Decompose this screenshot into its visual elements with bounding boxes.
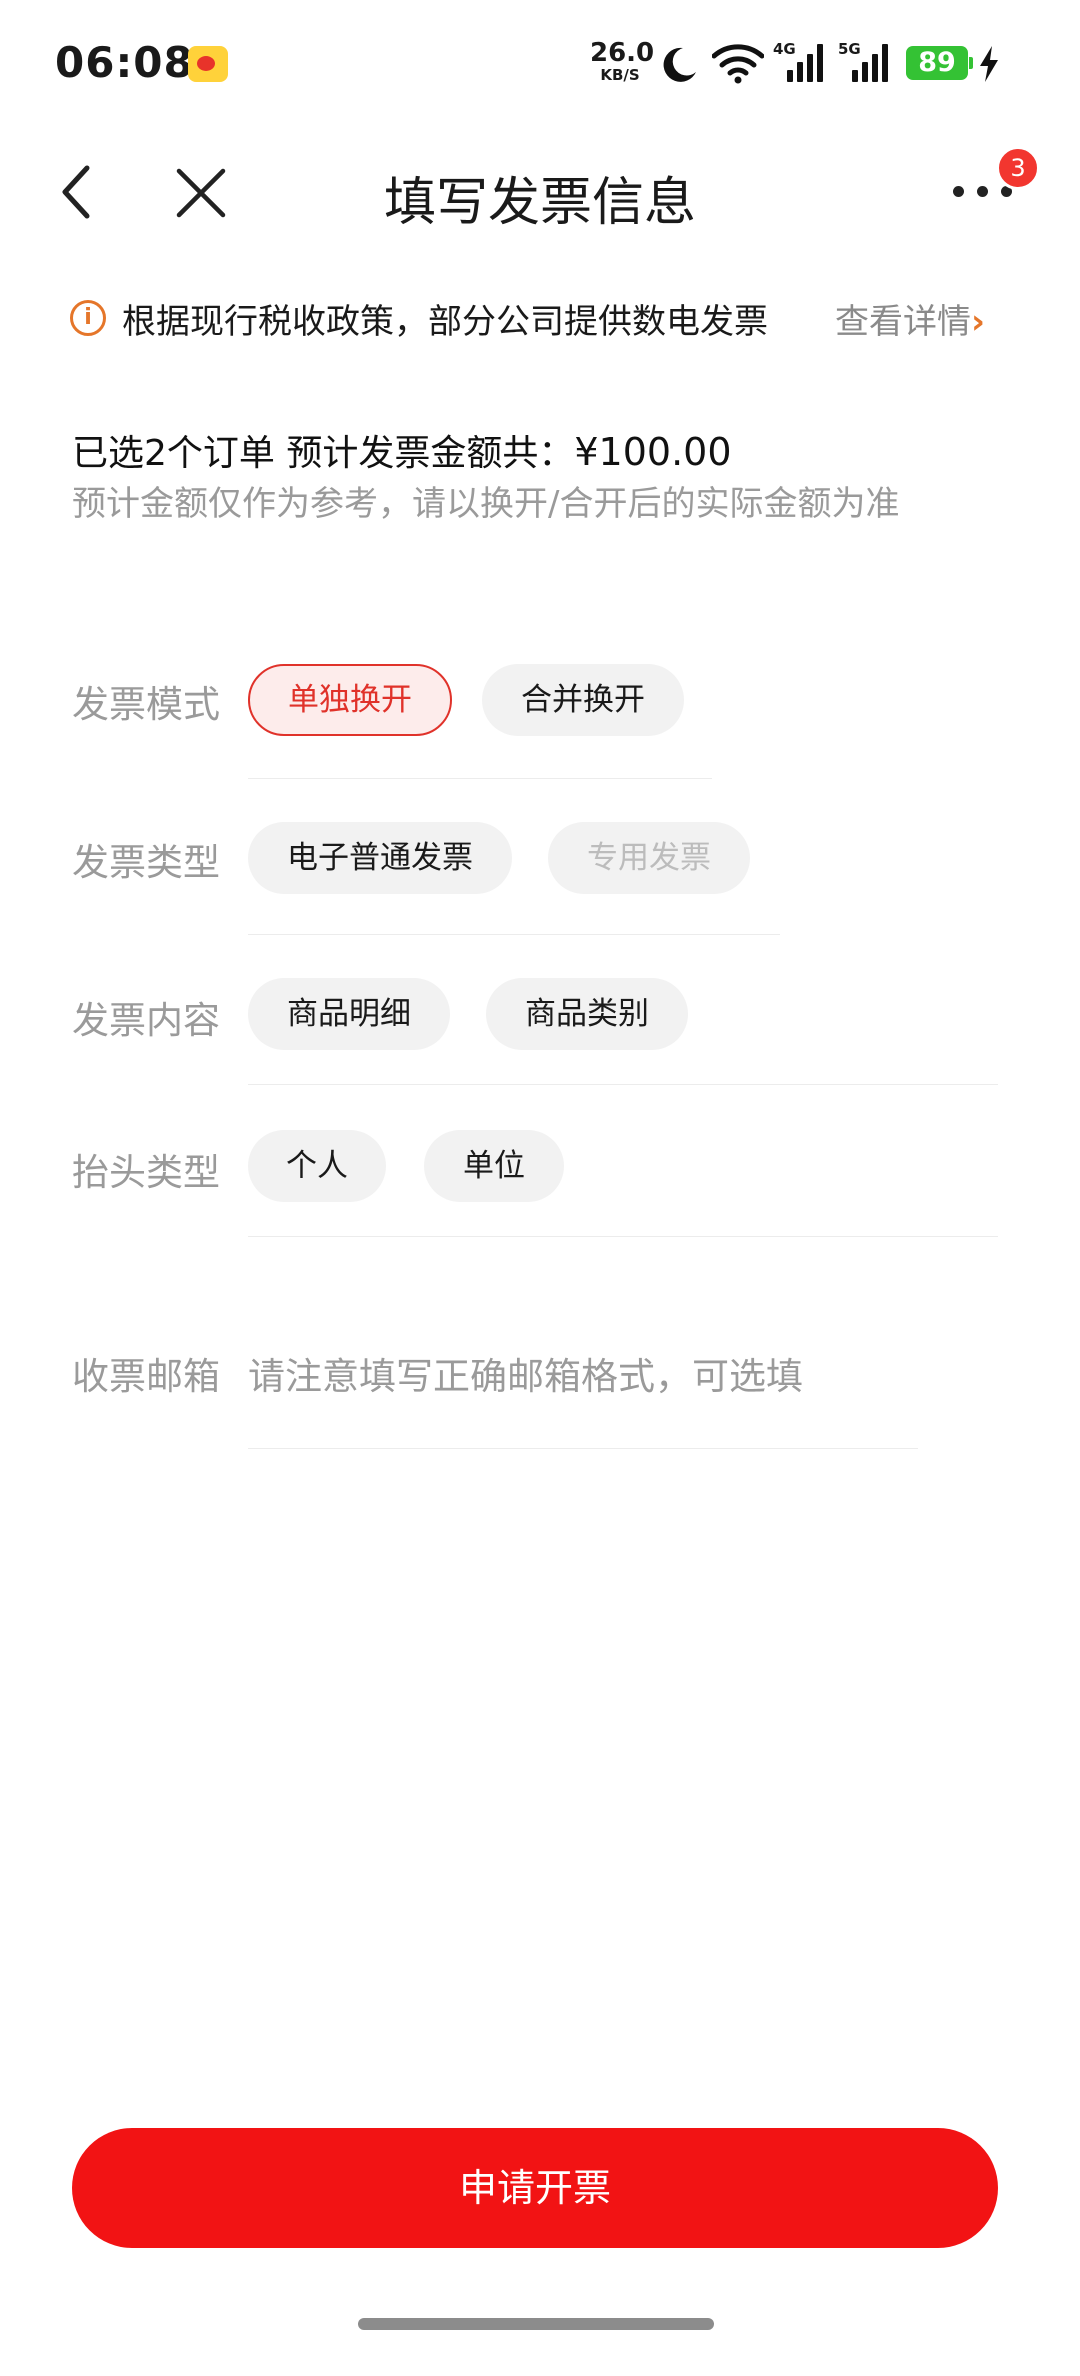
email-label: 收票邮箱: [72, 1355, 220, 1398]
option-company[interactable]: 单位: [424, 1130, 564, 1202]
signal-5g-icon: 5G: [838, 40, 892, 84]
summary-prefix: 已选2个订单 预计发票金额共：: [72, 433, 575, 474]
network-speed-unit: KB/S: [600, 66, 640, 84]
page-title: 填写发票信息: [383, 173, 696, 233]
divider: [248, 1448, 918, 1449]
invoice-content-label: 发票内容: [72, 999, 220, 1042]
network-speed: 26.0 KB/S: [590, 38, 655, 84]
summary-amount: ¥100.00: [574, 430, 732, 474]
option-goods-category[interactable]: 商品类别: [486, 978, 688, 1050]
apply-invoice-button[interactable]: 申请开票: [72, 2128, 998, 2248]
divider: [248, 1084, 998, 1085]
invoice-type-label: 发票类型: [72, 841, 220, 884]
invoice-mode-label: 发票模式: [72, 683, 220, 726]
status-time: 06:08: [55, 38, 194, 87]
network-speed-value: 26.0: [590, 38, 655, 68]
option-e-normal-invoice[interactable]: 电子普通发票: [248, 822, 512, 894]
notice-text: 根据现行税收政策，部分公司提供数电发票: [122, 302, 768, 342]
divider: [248, 1236, 998, 1237]
home-indicator[interactable]: [358, 2318, 714, 2330]
order-summary: 已选2个订单 预计发票金额共：¥100.00: [72, 424, 732, 476]
divider: [248, 934, 780, 935]
signal-5g-tag: 5G: [838, 40, 861, 58]
charging-icon: [980, 46, 998, 82]
more-icon[interactable]: [953, 186, 1013, 200]
signal-4g-icon: 4G: [773, 40, 827, 84]
email-input[interactable]: 请注意填写正确邮箱格式，可选填: [248, 1346, 803, 1400]
weibo-app-icon: [188, 46, 228, 82]
moon-icon: [663, 47, 696, 82]
battery-indicator: 89: [906, 46, 973, 80]
notification-badge: 3: [996, 146, 1040, 190]
wifi-icon: [712, 44, 764, 84]
signal-4g-tag: 4G: [773, 40, 796, 58]
chevron-right-icon: ›: [971, 302, 986, 342]
view-details-label: 查看详情: [835, 302, 971, 342]
divider: [248, 778, 712, 779]
option-special-invoice: 专用发票: [548, 822, 750, 894]
view-details-link[interactable]: 查看详情›: [835, 294, 985, 343]
option-personal[interactable]: 个人: [248, 1130, 386, 1202]
status-bar: 06:08 26.0 KB/S 4G 5G 89: [0, 0, 1080, 130]
option-merged-reissue[interactable]: 合并换开: [482, 664, 684, 736]
info-icon: i: [70, 300, 106, 336]
title-type-label: 抬头类型: [72, 1151, 220, 1194]
option-separate-reissue[interactable]: 单独换开: [248, 664, 452, 736]
option-goods-detail[interactable]: 商品明细: [248, 978, 450, 1050]
summary-note: 预计金额仅作为参考，请以换开/合开后的实际金额为准: [72, 484, 900, 524]
